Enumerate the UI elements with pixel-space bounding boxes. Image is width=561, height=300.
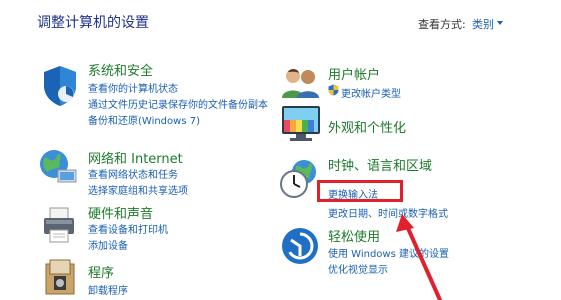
annotation-arrow-icon [396,214,442,300]
